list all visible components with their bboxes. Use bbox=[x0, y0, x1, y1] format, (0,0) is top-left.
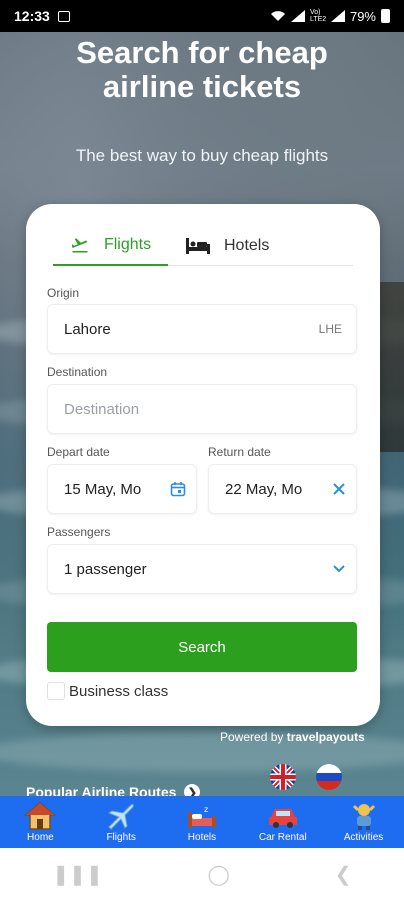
page-subtitle: The best way to buy cheap flights bbox=[75, 146, 329, 165]
plane-icon bbox=[71, 238, 88, 253]
network-type: Vo) LTE2 bbox=[309, 9, 327, 23]
origin-label: Origin bbox=[47, 286, 80, 300]
nav-flights[interactable]: Flights bbox=[86, 800, 156, 843]
depart-date-label: Depart date bbox=[47, 445, 110, 459]
passengers-select[interactable]: 1 passenger bbox=[47, 544, 357, 594]
image-notification-icon bbox=[57, 10, 70, 22]
nav-activities[interactable]: Activities bbox=[329, 800, 399, 843]
home-circle-icon[interactable]: ◯ bbox=[208, 862, 230, 887]
battery-percent: 79% bbox=[349, 8, 376, 24]
signal-icon-2 bbox=[330, 10, 345, 22]
status-bar: 12:33 Vo) LTE2 79% bbox=[0, 0, 404, 32]
origin-code: LHE bbox=[318, 322, 342, 336]
calendar-icon[interactable] bbox=[170, 481, 186, 497]
battery-icon bbox=[381, 9, 390, 23]
nav-hotels[interactable]: z Hotels bbox=[167, 800, 237, 843]
uk-flag-icon[interactable] bbox=[270, 764, 296, 790]
destination-label: Destination bbox=[47, 365, 108, 379]
svg-text:z: z bbox=[204, 805, 208, 814]
system-navigation-bar: ❚❚❚ ◯ ❮ bbox=[0, 848, 404, 900]
status-indicators: Vo) LTE2 79% bbox=[270, 9, 390, 24]
tab-bar: Flights Hotels bbox=[53, 226, 353, 266]
powered-by: Powered by travelpayouts bbox=[220, 730, 365, 744]
chevron-down-icon bbox=[333, 565, 345, 573]
nav-car-rental[interactable]: Car Rental bbox=[248, 800, 318, 843]
plane-icon bbox=[108, 803, 134, 830]
bottom-navigation: Home Flights z Hotels Car Rental Activit… bbox=[0, 796, 404, 848]
origin-field[interactable]: Lahore LHE bbox=[47, 304, 357, 354]
car-icon bbox=[268, 809, 297, 828]
search-button[interactable]: Search bbox=[47, 622, 357, 672]
tab-hotels[interactable]: Hotels bbox=[168, 226, 269, 266]
signal-icon bbox=[290, 10, 305, 22]
business-class-checkbox[interactable] bbox=[47, 682, 65, 700]
russia-flag-icon[interactable] bbox=[316, 764, 342, 790]
clear-icon[interactable] bbox=[332, 482, 346, 496]
search-card: Flights Hotels Origin Lahore LHE Destina… bbox=[26, 204, 380, 726]
destination-field[interactable]: Destination bbox=[47, 384, 357, 434]
person-icon bbox=[352, 804, 375, 830]
recent-apps-icon[interactable]: ❚❚❚ bbox=[52, 862, 102, 887]
home-icon bbox=[24, 802, 57, 830]
passengers-label: Passengers bbox=[47, 525, 111, 539]
depart-date-field[interactable]: 15 May, Mo bbox=[47, 464, 197, 514]
return-date-field[interactable]: 22 May, Mo bbox=[208, 464, 357, 514]
business-class-label: Business class bbox=[69, 682, 169, 700]
hotel-bed-icon: z bbox=[187, 805, 216, 828]
business-class-row[interactable]: Business class bbox=[47, 682, 168, 700]
tab-flights[interactable]: Flights bbox=[53, 226, 168, 266]
wifi-icon bbox=[270, 11, 285, 21]
back-icon[interactable]: ❮ bbox=[335, 862, 352, 887]
nav-home[interactable]: Home bbox=[5, 800, 75, 843]
return-date-label: Return date bbox=[208, 445, 271, 459]
bed-icon bbox=[186, 238, 210, 254]
page-title: Search for cheap airline tickets bbox=[76, 35, 328, 104]
status-time: 12:33 bbox=[14, 8, 50, 24]
